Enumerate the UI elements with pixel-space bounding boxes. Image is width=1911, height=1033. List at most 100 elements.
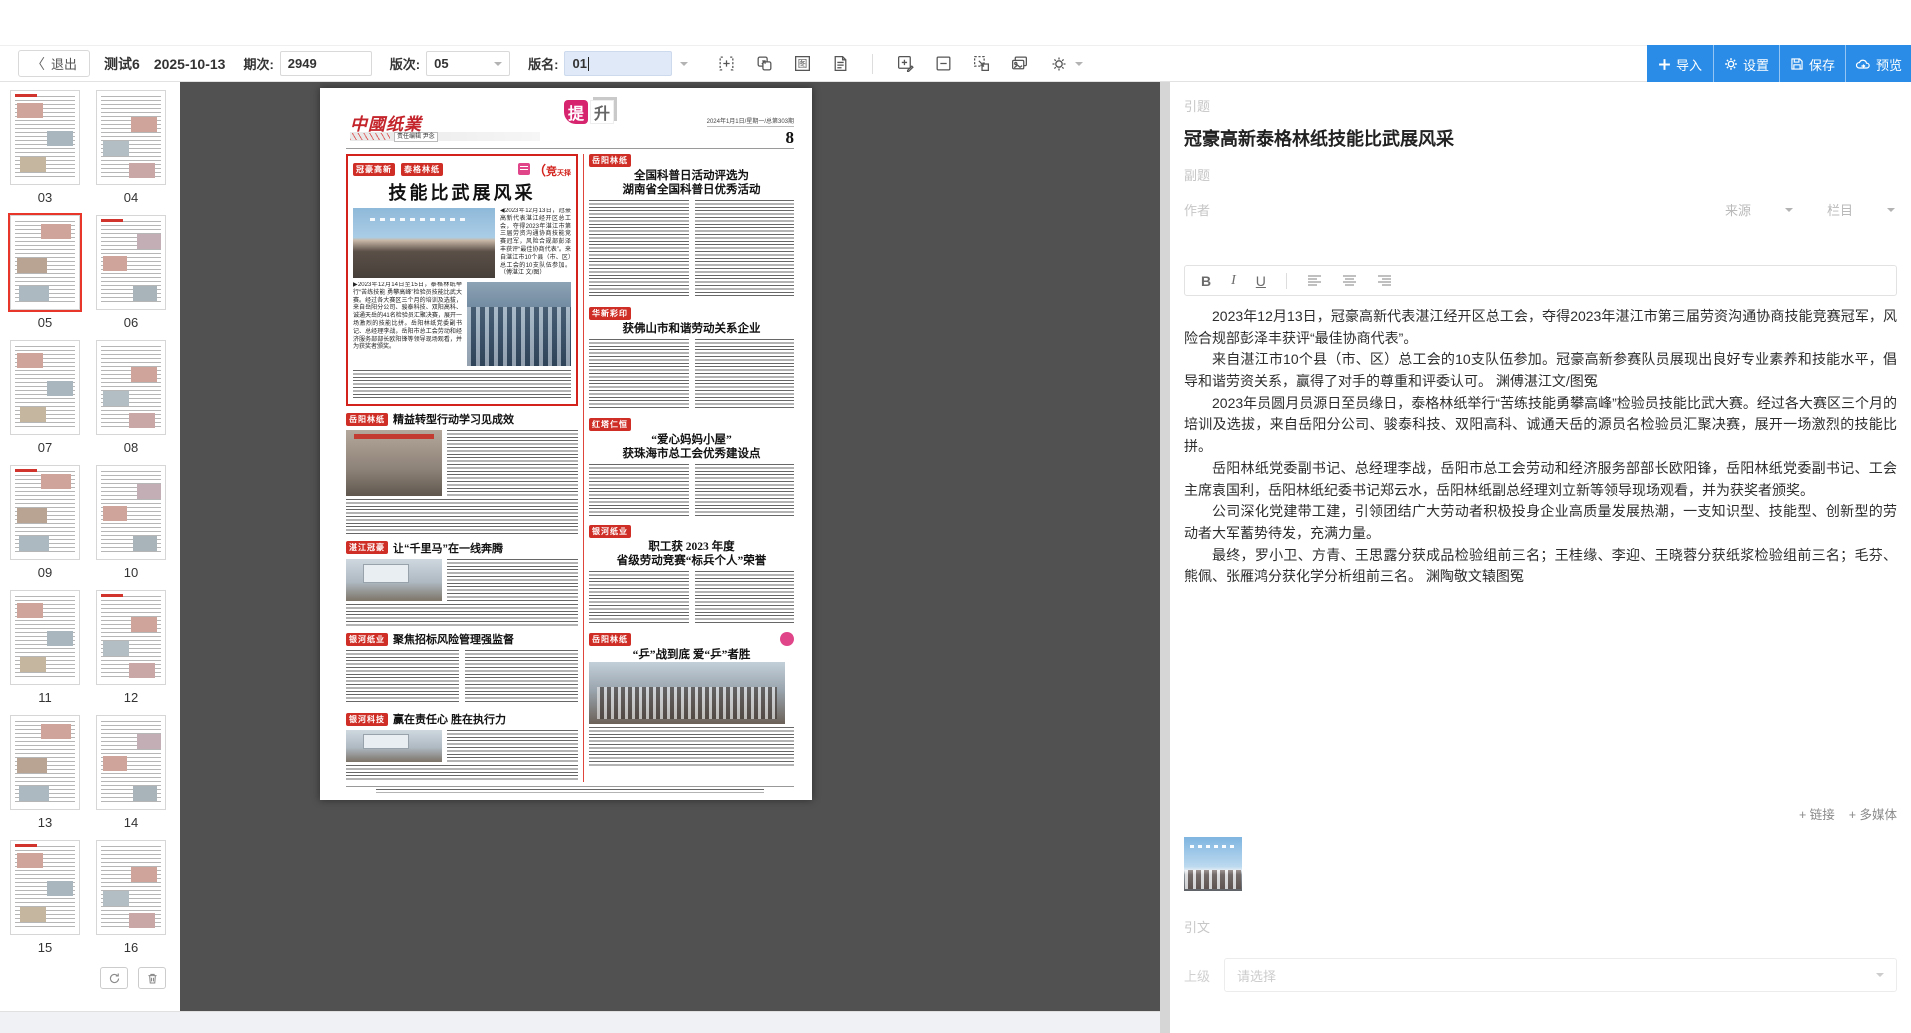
layout-canvas[interactable]: 中國纸業 责任编辑 尹念 提 升 2024年1月1日/星期一/总第303期 8 bbox=[180, 82, 1160, 1011]
article-photo bbox=[346, 430, 442, 496]
editor-format-toolbar: B I U bbox=[1184, 265, 1897, 296]
align-right-icon[interactable] bbox=[1377, 274, 1392, 287]
image-frame-icon[interactable]: 图 bbox=[790, 52, 814, 76]
save-button[interactable]: 保存 bbox=[1779, 45, 1845, 83]
page-thumbnail-06[interactable]: 06 bbox=[96, 215, 166, 338]
body-text-lines bbox=[589, 200, 689, 298]
add-frame-icon[interactable] bbox=[714, 52, 738, 76]
align-left-icon[interactable] bbox=[1307, 274, 1322, 287]
editor-paragraph[interactable]: 来自湛江市10个县（市、区）总工会的10支队伍参加。冠豪高新参赛队员展现出良好专… bbox=[1184, 349, 1897, 392]
parent-select[interactable]: 请选择 bbox=[1224, 958, 1897, 992]
page-thumbnail-image bbox=[10, 840, 80, 935]
page-thumbnail-sidebar: 03 04 05 06 07 08 09 10 11 12 13 bbox=[0, 82, 180, 1011]
main-headline: 技能比武展风采 bbox=[353, 183, 571, 204]
section-headline: 聚焦招标风险管理强监督 bbox=[393, 631, 514, 647]
edition-select[interactable]: 05 bbox=[426, 51, 510, 76]
section-header: 岳阳林纸精益转型行动学习见成效 bbox=[346, 411, 578, 427]
newspaper-page[interactable]: 中國纸業 责任编辑 尹念 提 升 2024年1月1日/星期一/总第303期 8 bbox=[320, 88, 812, 800]
article-section[interactable]: 红塔仁恒“爱心妈妈小屋” 获珠海市总工会优秀建设点 bbox=[589, 418, 794, 520]
page-thumbnail-14[interactable]: 14 bbox=[96, 715, 166, 838]
chevron-down-icon[interactable] bbox=[680, 62, 688, 70]
page-thumbnail-15[interactable]: 15 bbox=[10, 840, 80, 963]
page-thumbnail-image bbox=[96, 215, 166, 310]
refresh-button[interactable] bbox=[100, 967, 128, 989]
right-column: 岳阳林纸全国科普日活动评选为 湖南省全国科普日优秀活动华新彩印获佛山市和谐劳动关… bbox=[589, 154, 794, 782]
page-name-input[interactable]: 01 bbox=[564, 51, 672, 76]
section-header: 湛江冠豪让“千里马”在一线奔腾 bbox=[346, 540, 578, 556]
page-thumbnail-13[interactable]: 13 bbox=[10, 715, 80, 838]
page-thumbnail-image bbox=[10, 465, 80, 560]
logo-char-2: 升 bbox=[590, 100, 614, 124]
page-thumbnail-05[interactable]: 05 bbox=[10, 215, 80, 338]
page-thumbnail-03[interactable]: 03 bbox=[10, 90, 80, 213]
body-text-lines bbox=[346, 765, 578, 781]
page-thumbnail-09[interactable]: 09 bbox=[10, 465, 80, 588]
subtitle-field[interactable]: 副题 bbox=[1184, 165, 1897, 184]
article-doc-icon[interactable] bbox=[828, 52, 852, 76]
canvas-settings-menu[interactable] bbox=[1047, 52, 1083, 76]
issue-input[interactable]: 2949 bbox=[280, 51, 372, 76]
article-section[interactable]: 银河纸业职工获 2023 年度 省级劳动竞赛“标兵个人”荣誉 bbox=[589, 525, 794, 627]
main-article[interactable]: 冠豪高新 泰格林纸 （ 竞 天择 技能比武展风采 bbox=[346, 154, 578, 406]
page-thumbnail-image bbox=[96, 840, 166, 935]
article-title-field[interactable]: 冠豪高新泰格林纸技能比武展风采 bbox=[1184, 125, 1897, 151]
import-button[interactable]: 导入 bbox=[1647, 45, 1713, 83]
editor-paragraph[interactable]: 2023年员圆月员源日至员缘日，泰格林纸举行“苦练技能勇攀高峰”检验员技能比武大… bbox=[1184, 393, 1897, 458]
column-select[interactable]: 栏目 bbox=[1827, 200, 1895, 219]
body-text-lines bbox=[695, 571, 795, 623]
photo-library-icon[interactable] bbox=[1007, 52, 1031, 76]
refresh-icon bbox=[108, 972, 121, 985]
page-thumbnail-11[interactable]: 11 bbox=[10, 590, 80, 713]
company-stamp: 岳阳林纸 bbox=[589, 633, 631, 646]
page-thumbnail-04[interactable]: 04 bbox=[96, 90, 166, 213]
article-section[interactable]: 岳阳林纸全国科普日活动评选为 湖南省全国科普日优秀活动 bbox=[589, 154, 794, 302]
article-section[interactable]: 银河纸业聚焦招标风险管理强监督 bbox=[346, 631, 578, 706]
svg-text:图: 图 bbox=[798, 59, 808, 70]
move-frame-icon[interactable] bbox=[969, 52, 993, 76]
author-field[interactable]: 作者 bbox=[1184, 200, 1210, 219]
page-thumbnail-08[interactable]: 08 bbox=[96, 340, 166, 463]
save-icon bbox=[1790, 57, 1804, 71]
editor-paragraph[interactable]: 2023年12月13日，冠豪高新代表湛江经开区总工会，夺得2023年湛江市第三届… bbox=[1184, 306, 1897, 349]
underline-button[interactable]: U bbox=[1256, 273, 1266, 289]
editor-body[interactable]: 2023年12月13日，冠豪高新代表湛江经开区总工会，夺得2023年湛江市第三届… bbox=[1184, 306, 1897, 794]
add-media-button[interactable]: + 多媒体 bbox=[1849, 804, 1897, 823]
swap-frame-icon[interactable] bbox=[752, 52, 776, 76]
article-section[interactable]: 岳阳林纸精益转型行动学习见成效 bbox=[346, 411, 578, 535]
article-section[interactable]: 岳阳林纸“乒”战到底 爱“乒”者胜 bbox=[589, 632, 794, 772]
company-stamp: 银河科技 bbox=[346, 713, 388, 726]
page-thumbnail-16[interactable]: 16 bbox=[96, 840, 166, 963]
italic-button[interactable]: I bbox=[1231, 273, 1236, 289]
exit-button[interactable]: 〈 退出 bbox=[18, 50, 90, 77]
company-stamp: 冠豪高新 bbox=[353, 163, 395, 176]
bold-button[interactable]: B bbox=[1201, 273, 1211, 289]
pink-badge-icon bbox=[518, 163, 530, 175]
section-header: 银河纸业聚焦招标风险管理强监督 bbox=[346, 631, 578, 647]
article-section[interactable]: 银河科技赢在责任心 胜在执行力 bbox=[346, 711, 578, 782]
align-center-icon[interactable] bbox=[1342, 274, 1357, 287]
add-edit-icon[interactable] bbox=[893, 52, 917, 76]
delete-button[interactable] bbox=[138, 967, 166, 989]
citation-field[interactable]: 引文 bbox=[1184, 917, 1897, 936]
company-stamp: 华新彩印 bbox=[589, 307, 631, 320]
settings-button[interactable]: 设置 bbox=[1713, 45, 1779, 83]
attached-photo-thumbnail[interactable] bbox=[1184, 837, 1242, 891]
page-thumbnail-12[interactable]: 12 bbox=[96, 590, 166, 713]
lead-title-field[interactable]: 引题 bbox=[1184, 96, 1897, 115]
article-section[interactable]: 湛江冠豪让“千里马”在一线奔腾 bbox=[346, 540, 578, 627]
editor-paragraph[interactable]: 最终，罗小卫、方青、王思露分获成品检验组前三名；王桂缘、李迎、王晓蓉分获纸浆检验… bbox=[1184, 545, 1897, 588]
preview-button[interactable]: 预览 bbox=[1845, 45, 1911, 83]
bottom-status-strip bbox=[0, 1011, 1160, 1033]
photo-caption: ◀2023年12月13日，冠豪高新代表湛江经开区总工会，夺得2023年湛江市第三… bbox=[500, 208, 571, 278]
section-headline: 职工获 2023 年度 省级劳动竞赛“标兵个人”荣誉 bbox=[589, 540, 794, 568]
minus-frame-icon[interactable] bbox=[931, 52, 955, 76]
canvas-tools: 图 bbox=[714, 52, 1031, 76]
preview-label: 预览 bbox=[1876, 55, 1902, 74]
page-thumbnail-10[interactable]: 10 bbox=[96, 465, 166, 588]
editor-paragraph[interactable]: 公司深化党建带工建，引领团结广大劳动者积极投身企业高质量发展热潮，一支知识型、技… bbox=[1184, 501, 1897, 544]
page-thumbnail-07[interactable]: 07 bbox=[10, 340, 80, 463]
source-select[interactable]: 来源 bbox=[1725, 200, 1793, 219]
editor-paragraph[interactable]: 岳阳林纸党委副书记、总经理李战，岳阳市总工会劳动和经济服务部部长欧阳锋，岳阳林纸… bbox=[1184, 458, 1897, 501]
article-section[interactable]: 华新彩印获佛山市和谐劳动关系企业 bbox=[589, 307, 794, 413]
add-link-button[interactable]: + 链接 bbox=[1799, 804, 1835, 823]
